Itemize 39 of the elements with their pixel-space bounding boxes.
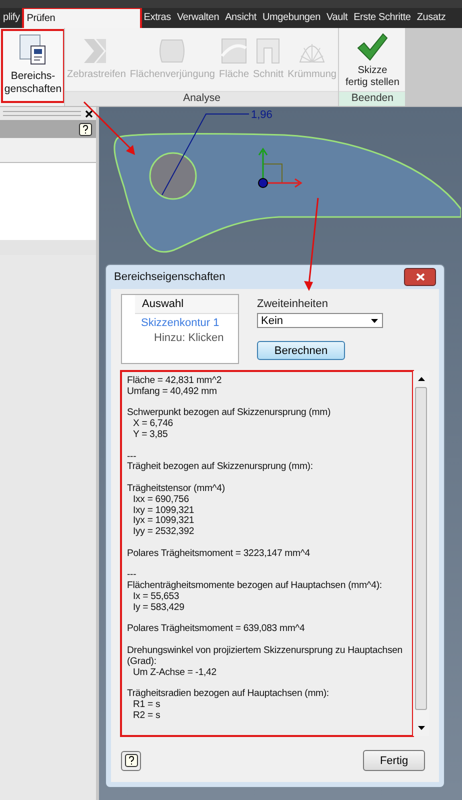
menu-tab[interactable]: Zusatz (414, 8, 449, 28)
document-icon (18, 34, 48, 66)
menu-tab[interactable]: Prüfen (22, 8, 141, 28)
annotation-arrow (83, 101, 135, 155)
field-label: Zweiteinheiten (257, 298, 329, 310)
menu-tab[interactable]: Verwalten (174, 8, 222, 28)
coordinate-axes-icon (258, 148, 302, 188)
help-icon (124, 754, 138, 767)
selection-list[interactable]: Auswahl Skizzenkontur 1 Hinzu: Klicken (121, 294, 239, 364)
results-text: Fläche = 42,831 mm^2 Umfang = 40,492 mm Schwerpunkt bezogen auf Skizzenursprung (mm) X = 6,746 Y = 3,85 --- Trägheit bezogen auf Skizzenursprung (mm): Trägheitstensor (mm^4) Ixx = 690,756 Ixy = 1099,321 Iyx = 1099,321 Iyy = 2532,392 Polares Trägheitsmoment = 3223,147 mm^4 --- Flächenträgheitsmomente bezogen auf Hauptachsen (mm^4): Ix = 55,653 Iy = 583,429 Polares Trägheitsmoment = 639,083 mm^4 Drehungswinkel von projiziertem Skizzenursprung zu Hauptachsen (Grad): Um Z-Achse = -1,42 Trägheitsradien bezogen auf Hauptachsen (mm): R1 = s R2 = s (121, 371, 414, 736)
sketch-canvas[interactable] (99, 107, 462, 800)
dimension-value: 1,96 (251, 109, 272, 121)
calculate-button[interactable]: Berechnen (257, 341, 345, 360)
done-button[interactable]: Fertig (363, 750, 425, 771)
menu-tab[interactable]: Vault (324, 8, 351, 28)
down-arrow-icon (418, 726, 425, 730)
panel-label: Analyse (65, 91, 338, 106)
selection-item[interactable]: Skizzenkontur 1 (122, 314, 238, 329)
help-button[interactable] (121, 750, 141, 770)
curved-square-icon (218, 36, 249, 66)
checkmark-icon (356, 32, 388, 62)
dialog-title: Bereichseigenschaften (114, 271, 226, 283)
close-button[interactable] (404, 268, 436, 286)
close-icon (416, 273, 424, 281)
menu-tab[interactable]: Erste Schritte (350, 8, 414, 28)
finish-sketch-button[interactable]: Skizze fertig stellen (343, 32, 402, 89)
area-properties-button[interactable]: Bereichs- genschaften (2, 30, 64, 102)
column-header: Auswahl (135, 295, 238, 314)
selection-item[interactable]: Hinzu: Klicken (122, 329, 238, 344)
menu-tab[interactable]: plify (0, 8, 23, 28)
close-icon[interactable] (85, 110, 93, 118)
up-arrow-icon (418, 377, 425, 381)
panel-label: Beenden (339, 91, 406, 106)
menu-tab[interactable]: Umgebungen (259, 8, 324, 28)
menu-tab[interactable]: Extras (140, 8, 174, 28)
menu-tab[interactable]: Ansicht (222, 8, 260, 28)
help-icon[interactable] (79, 122, 92, 136)
caret-icon (371, 318, 378, 322)
units-dropdown[interactable]: Kein (257, 313, 383, 328)
